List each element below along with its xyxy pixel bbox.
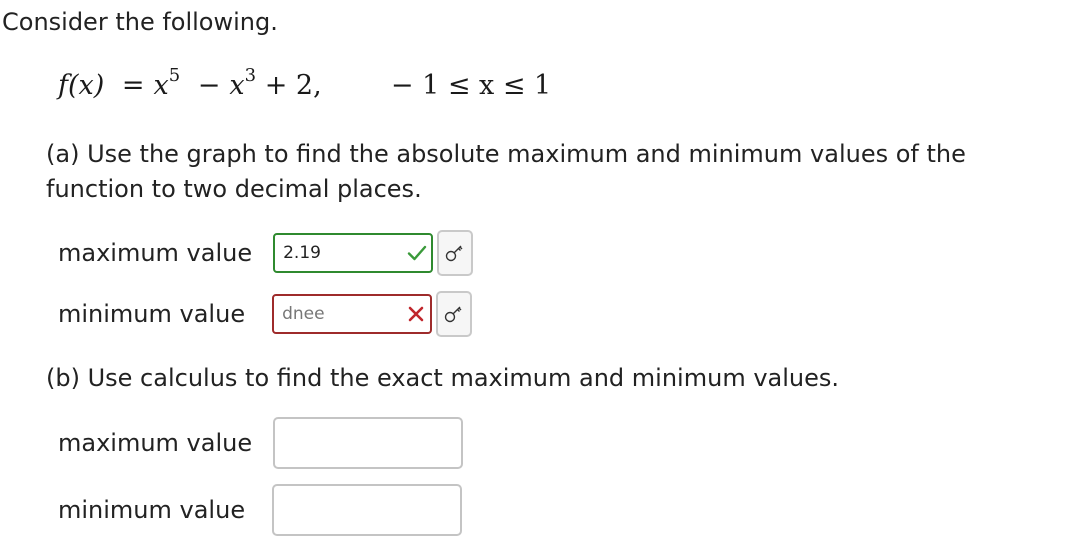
part-b-max-input[interactable] — [273, 417, 464, 469]
formula-term2-base: x — [229, 70, 245, 101]
part-b-min-row: minimum value — [58, 484, 463, 536]
formula-term1-base: x — [153, 70, 169, 101]
formula-equals: = — [121, 70, 145, 101]
key-icon — [444, 306, 462, 323]
part-a-max-key-button[interactable] — [437, 230, 474, 276]
part-a-min-value: dnee — [282, 304, 325, 324]
part-b-min-label: minimum value — [58, 496, 246, 524]
x-mark-icon — [408, 306, 424, 322]
part-a-max-value: 2.19 — [283, 243, 321, 263]
part-a-prompt: (a) Use the graph to find the absolute m… — [46, 140, 966, 203]
part-a-max-row: maximum value 2.19 — [58, 230, 474, 276]
key-icon — [445, 245, 463, 262]
part-a-min-answer[interactable]: dnee — [272, 294, 433, 334]
check-icon — [407, 245, 427, 261]
part-a-min-row: minimum value dnee — [58, 291, 473, 337]
question-intro: Consider the following. — [2, 8, 278, 36]
part-b-max-row: maximum value — [58, 417, 464, 469]
part-a-min-key-button[interactable] — [436, 291, 473, 337]
formula-term1-exp: 5 — [168, 65, 181, 86]
part-b-min-input[interactable] — [272, 484, 463, 536]
formula-lhs: f(x) — [58, 70, 105, 101]
formula-term2-exp: 3 — [244, 65, 257, 86]
part-a-min-label: minimum value — [58, 300, 246, 328]
part-a-max-answer[interactable]: 2.19 — [273, 233, 434, 273]
formula-constant: + 2, — [264, 70, 322, 101]
part-b-max-label: maximum value — [58, 429, 253, 457]
part-a-max-label: maximum value — [58, 239, 253, 267]
function-formula: f(x) = x5 − x3 + 2, − 1 ≤ x ≤ 1 — [58, 64, 551, 108]
formula-domain: − 1 ≤ x ≤ 1 — [390, 70, 552, 101]
part-b-prompt: (b) Use calculus to find the exact maxim… — [46, 364, 840, 392]
formula-minus: − — [197, 70, 221, 101]
